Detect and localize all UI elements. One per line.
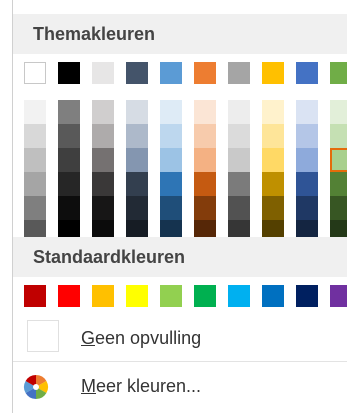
theme-color-swatch[interactable] [296, 62, 318, 84]
theme-color-shade-swatch[interactable] [24, 100, 46, 124]
theme-color-shade-swatch[interactable] [24, 124, 46, 148]
theme-color-shade-swatch[interactable] [126, 172, 148, 196]
theme-color-shade-swatch[interactable] [24, 148, 46, 172]
standard-color-swatch[interactable] [330, 285, 347, 307]
theme-color-shade-swatch[interactable] [160, 100, 182, 124]
color-picker-panel: Themakleuren Standaardkleuren Geen opvul… [12, 0, 347, 413]
empty-swatch-icon [27, 320, 59, 352]
theme-color-swatch[interactable] [228, 62, 250, 84]
standard-color-swatch[interactable] [126, 285, 148, 307]
theme-color-swatch[interactable] [262, 62, 284, 84]
theme-color-shade-swatch[interactable] [126, 124, 148, 148]
theme-color-shade-swatch[interactable] [194, 172, 216, 196]
theme-color-shade-swatch[interactable] [92, 196, 114, 220]
theme-color-shade-swatch[interactable] [92, 148, 114, 172]
theme-color-swatch[interactable] [58, 62, 80, 84]
theme-color-shade-swatch[interactable] [330, 148, 347, 172]
standard-colors-header: Standaardkleuren [13, 237, 347, 277]
theme-color-shade-swatch[interactable] [262, 148, 284, 172]
theme-color-shade-swatch[interactable] [296, 148, 318, 172]
theme-color-shade-swatch[interactable] [228, 148, 250, 172]
standard-color-swatch[interactable] [194, 285, 216, 307]
theme-color-shade-swatch[interactable] [330, 124, 347, 148]
theme-color-shade-swatch[interactable] [24, 196, 46, 220]
theme-color-shade-swatch[interactable] [92, 100, 114, 124]
theme-color-shade-swatch[interactable] [296, 172, 318, 196]
theme-color-shade-swatch[interactable] [160, 196, 182, 220]
theme-color-shade-swatch[interactable] [160, 148, 182, 172]
theme-color-shade-swatch[interactable] [58, 196, 80, 220]
standard-color-swatch[interactable] [160, 285, 182, 307]
theme-color-swatch[interactable] [92, 62, 114, 84]
color-palette-icon [23, 375, 49, 399]
theme-color-shade-swatch[interactable] [58, 148, 80, 172]
standard-color-swatch[interactable] [58, 285, 80, 307]
no-fill-label: Geen opvulling [81, 328, 202, 348]
theme-color-shade-swatch[interactable] [194, 196, 216, 220]
more-colors-menu-item[interactable]: Meer kleuren... [13, 364, 347, 408]
menu-divider [13, 361, 347, 362]
theme-color-swatch[interactable] [330, 62, 347, 84]
theme-color-shade-swatch[interactable] [330, 100, 347, 124]
theme-color-shade-swatch[interactable] [228, 196, 250, 220]
more-colors-label: Meer kleuren... [81, 376, 202, 396]
standard-color-swatch[interactable] [262, 285, 284, 307]
theme-color-shade-swatch[interactable] [262, 100, 284, 124]
theme-color-shade-swatch[interactable] [126, 100, 148, 124]
theme-color-swatch[interactable] [194, 62, 216, 84]
theme-color-shade-swatch[interactable] [296, 196, 318, 220]
theme-color-shade-swatch[interactable] [160, 124, 182, 148]
theme-color-shade-swatch[interactable] [194, 148, 216, 172]
no-fill-menu-item[interactable]: Geen opvulling [13, 316, 347, 360]
theme-color-shade-swatch[interactable] [194, 124, 216, 148]
theme-color-shade-swatch[interactable] [24, 172, 46, 196]
theme-color-shade-swatch[interactable] [262, 172, 284, 196]
theme-color-shade-swatch[interactable] [126, 148, 148, 172]
theme-color-shade-swatch[interactable] [262, 196, 284, 220]
theme-color-shade-swatch[interactable] [92, 124, 114, 148]
standard-color-swatch[interactable] [92, 285, 114, 307]
theme-color-shade-swatch[interactable] [58, 100, 80, 124]
standard-color-swatch[interactable] [296, 285, 318, 307]
theme-color-shade-swatch[interactable] [194, 100, 216, 124]
theme-color-shade-swatch[interactable] [330, 196, 347, 220]
theme-color-swatch[interactable] [160, 62, 182, 84]
theme-color-shade-swatch[interactable] [228, 124, 250, 148]
theme-colors-header: Themakleuren [13, 14, 347, 54]
theme-color-swatch[interactable] [24, 62, 46, 84]
theme-color-shade-swatch[interactable] [296, 100, 318, 124]
theme-color-shade-swatch[interactable] [58, 124, 80, 148]
theme-color-shade-swatch[interactable] [262, 124, 284, 148]
theme-color-shade-swatch[interactable] [58, 172, 80, 196]
theme-color-shade-swatch[interactable] [160, 172, 182, 196]
standard-color-swatch[interactable] [228, 285, 250, 307]
standard-color-swatch[interactable] [24, 285, 46, 307]
theme-color-shade-swatch[interactable] [330, 172, 347, 196]
theme-color-shade-swatch[interactable] [228, 100, 250, 124]
theme-color-shade-swatch[interactable] [296, 124, 318, 148]
theme-color-shade-swatch[interactable] [126, 196, 148, 220]
theme-color-swatch[interactable] [126, 62, 148, 84]
theme-color-shade-swatch[interactable] [228, 172, 250, 196]
theme-color-shade-swatch[interactable] [92, 172, 114, 196]
